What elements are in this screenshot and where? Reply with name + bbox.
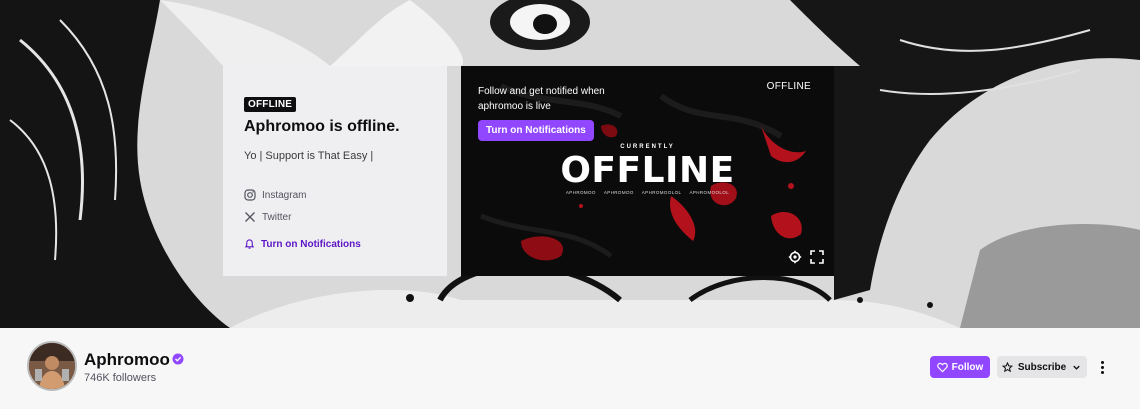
star-icon bbox=[1001, 361, 1013, 372]
subscribe-label: Subscribe bbox=[1017, 361, 1067, 373]
splash-offline-text: OFFLINE bbox=[560, 150, 735, 191]
social-link-instagram[interactable]: Instagram bbox=[244, 184, 427, 206]
offline-video-player[interactable]: Follow and get notified when aphromoo is… bbox=[461, 66, 834, 276]
avatar-image bbox=[29, 343, 75, 389]
instagram-icon bbox=[244, 189, 256, 201]
splash-handle: APHROMOOLOL bbox=[689, 190, 730, 195]
more-dot bbox=[1100, 360, 1104, 364]
splash-handle: APHROMOO bbox=[565, 190, 596, 195]
splash-handle: APHROMOOLOL bbox=[641, 190, 682, 195]
offline-info-card: OFFLINE Aphromoo is offline. Yo | Suppor… bbox=[223, 66, 447, 276]
follow-prompt-text: Follow and get notified when aphromoo is… bbox=[478, 86, 605, 112]
more-options-button[interactable] bbox=[1094, 358, 1110, 376]
bell-icon bbox=[244, 239, 255, 249]
verified-badge-icon bbox=[172, 353, 184, 365]
more-dot bbox=[1100, 365, 1104, 369]
avatar[interactable] bbox=[27, 341, 77, 391]
social-link-twitter[interactable]: Twitter bbox=[244, 206, 427, 228]
channel-description: Yo | Support is That Easy | bbox=[244, 150, 374, 162]
splash-handle: APHROMOO bbox=[603, 190, 634, 195]
notif-link-label: Turn on Notifications bbox=[261, 239, 361, 250]
channel-banner: OFFLINE Aphromoo is offline. Yo | Suppor… bbox=[0, 0, 1140, 328]
social-label: Twitter bbox=[262, 211, 292, 223]
player-offline-label: OFFLINE bbox=[766, 81, 811, 92]
chevron-down-icon bbox=[1073, 365, 1080, 370]
turn-on-notifications-link[interactable]: Turn on Notifications bbox=[244, 239, 361, 250]
offline-badge: OFFLINE bbox=[244, 97, 297, 112]
turn-on-notifications-button[interactable]: Turn on Notifications bbox=[478, 120, 594, 141]
follower-count: 746K followers bbox=[84, 372, 157, 384]
follow-label: Follow bbox=[951, 361, 984, 373]
social-label: Instagram bbox=[262, 189, 307, 201]
channel-name[interactable]: Aphromoo bbox=[84, 350, 170, 370]
x-twitter-icon bbox=[245, 212, 255, 222]
follow-button[interactable]: Follow bbox=[930, 356, 990, 378]
social-links: Instagram Twitter bbox=[244, 184, 427, 228]
offline-title: Aphromoo is offline. bbox=[244, 118, 400, 135]
channel-info-bar: Aphromoo 746K followers Follow Subscribe bbox=[0, 328, 1140, 409]
fullscreen-icon[interactable] bbox=[810, 250, 824, 264]
subscribe-button[interactable]: Subscribe bbox=[997, 356, 1087, 378]
settings-gear-icon[interactable] bbox=[788, 250, 802, 264]
splash-handles: APHROMOO APHROMOO APHROMOOLOL APHROMOOLO… bbox=[461, 190, 834, 195]
more-dot bbox=[1100, 370, 1104, 374]
heart-icon bbox=[936, 362, 948, 372]
